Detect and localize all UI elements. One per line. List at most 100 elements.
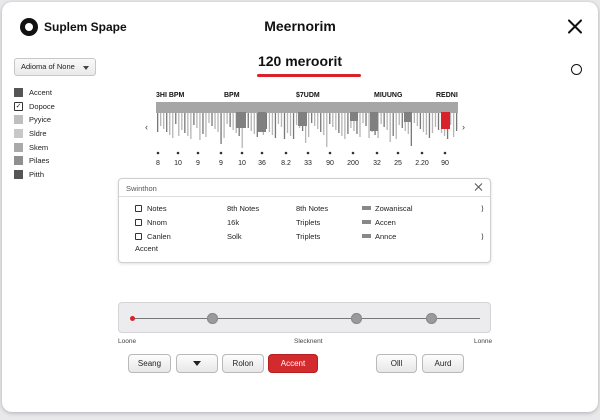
legend-item[interactable]: Pitth [14,168,55,182]
close-icon[interactable] [564,16,586,38]
accent-button[interactable]: Accent [268,354,318,373]
panel-arrow-icon[interactable]: ⟩ [481,203,484,215]
waveform-bar [419,113,422,129]
waveform-bar [320,113,322,132]
panel-divider [119,196,490,197]
position-slider[interactable] [118,302,491,333]
legend-item[interactable]: Pyyice [14,113,55,127]
waveform-bar [329,113,331,124]
panel-option[interactable]: Notes [135,203,167,215]
legend-label: Dopoce [29,101,55,111]
checkbox[interactable] [135,205,142,212]
panel-col3-text: Triplets [296,218,321,227]
panel-col2-text: 16k [227,218,240,227]
waveform-bar [232,113,234,130]
waveform-bar [386,113,388,130]
tick-label: 9 [196,160,200,167]
panel-col3: Triplets [296,231,320,243]
waveform-bar [359,113,361,137]
legend-list: Accent ✓ Dopoce Pyyice Sldre Skem Pilaes Pitth [14,86,55,181]
waveform-header [156,102,458,113]
waveform-bar [172,113,174,138]
beat-block [404,112,412,122]
dropdown-button[interactable] [176,354,218,373]
waveform-bar [425,113,428,135]
checkbox[interactable] [135,233,142,240]
legend-item[interactable]: Pilaes [14,154,55,168]
tick-label: 8.2 [281,160,291,167]
waveform-bar [289,113,292,136]
waveform-bar [368,113,370,138]
panel-row: Nnom 16k Triplets Accen [119,217,490,231]
tick-dot [240,151,244,155]
preset-dropdown-value: Adioma of None [21,62,75,71]
triangle-down-icon [193,361,201,366]
slider-start-marker [130,316,135,321]
tick-dot [328,151,332,155]
panel-option-text: Nnom [147,218,168,227]
legend-item[interactable]: ✓ Dopoce [14,100,55,114]
group-label: MIUUNG [374,92,403,99]
waveform-bar [428,113,431,138]
waveform-bar [455,113,458,131]
panel-close-icon[interactable] [474,182,484,192]
waveform-bar [416,113,419,126]
panel-col2-text: 8th Notes [227,204,260,213]
legend-item[interactable]: Sldre [14,127,55,141]
slider-middle-label: Slecknent [294,338,323,345]
waveform-bar [308,113,310,137]
waveform-bar [250,113,252,131]
rolon-button[interactable]: Rolon [222,354,264,373]
waveform-bar [401,113,403,128]
waveform-bar [214,113,216,129]
aurd-button[interactable]: Aurd [422,354,464,373]
tick-label: 25 [394,160,402,167]
tick-dot [306,151,310,155]
waveform-bar [365,113,367,126]
waveform-bar [196,113,198,128]
waveform-bar [389,113,391,142]
legend-item[interactable]: Skem [14,140,55,154]
waveform-bar [434,113,437,127]
waveform-bar [229,113,231,127]
waveform-bar [226,113,228,124]
waveform-bar [380,113,382,124]
panel-col2: 8th Notes [227,203,259,215]
tick-label: 8 [156,160,160,167]
checkbox[interactable] [135,219,142,226]
app-window: Suplem Spape Meernorim 120 meroorit Adio… [2,2,598,412]
waveform-bar [362,113,364,123]
chevron-down-icon [83,66,89,70]
preset-dropdown[interactable]: Adioma of None [14,58,96,76]
waveform-bar [395,113,397,139]
waveform-bar [217,113,219,132]
slider-knob-1[interactable] [207,313,218,324]
waveform-bar [211,113,213,126]
olll-button[interactable]: Olll [376,354,417,373]
panel-option[interactable]: Canlen [135,231,171,243]
panel-option[interactable]: Nnom [135,217,167,229]
waveform-bar [187,113,189,136]
window-title: Meernorim [264,18,336,34]
panel-col4: Zowaniscal [362,203,413,215]
option-swatch [362,234,371,238]
beat-block [350,112,358,121]
waveform-bar [223,113,225,138]
legend-item[interactable]: Accent [14,86,55,100]
tick-label: 200 [347,160,359,167]
legend-label: Sldre [29,129,47,139]
tick-label: 9 [219,160,223,167]
waveform-bar [383,113,385,127]
panel-col4: Annce [362,231,396,243]
waveform-bar [190,113,192,139]
seang-button[interactable]: Seang [128,354,171,373]
slider-knob-3[interactable] [426,313,437,324]
panel-col4-text: Zowaniscal [375,204,413,213]
slider-left-label: Loone [118,338,137,345]
group-label: REDNI [436,92,458,99]
options-panel: Swinthon Notes 8th Notes 8th Notes Zowanisc… [118,178,491,263]
panel-arrow-icon[interactable]: ⟩ [481,231,484,243]
tick-dot [420,151,424,155]
waveform-bar [271,113,274,135]
slider-knob-2[interactable] [351,313,362,324]
